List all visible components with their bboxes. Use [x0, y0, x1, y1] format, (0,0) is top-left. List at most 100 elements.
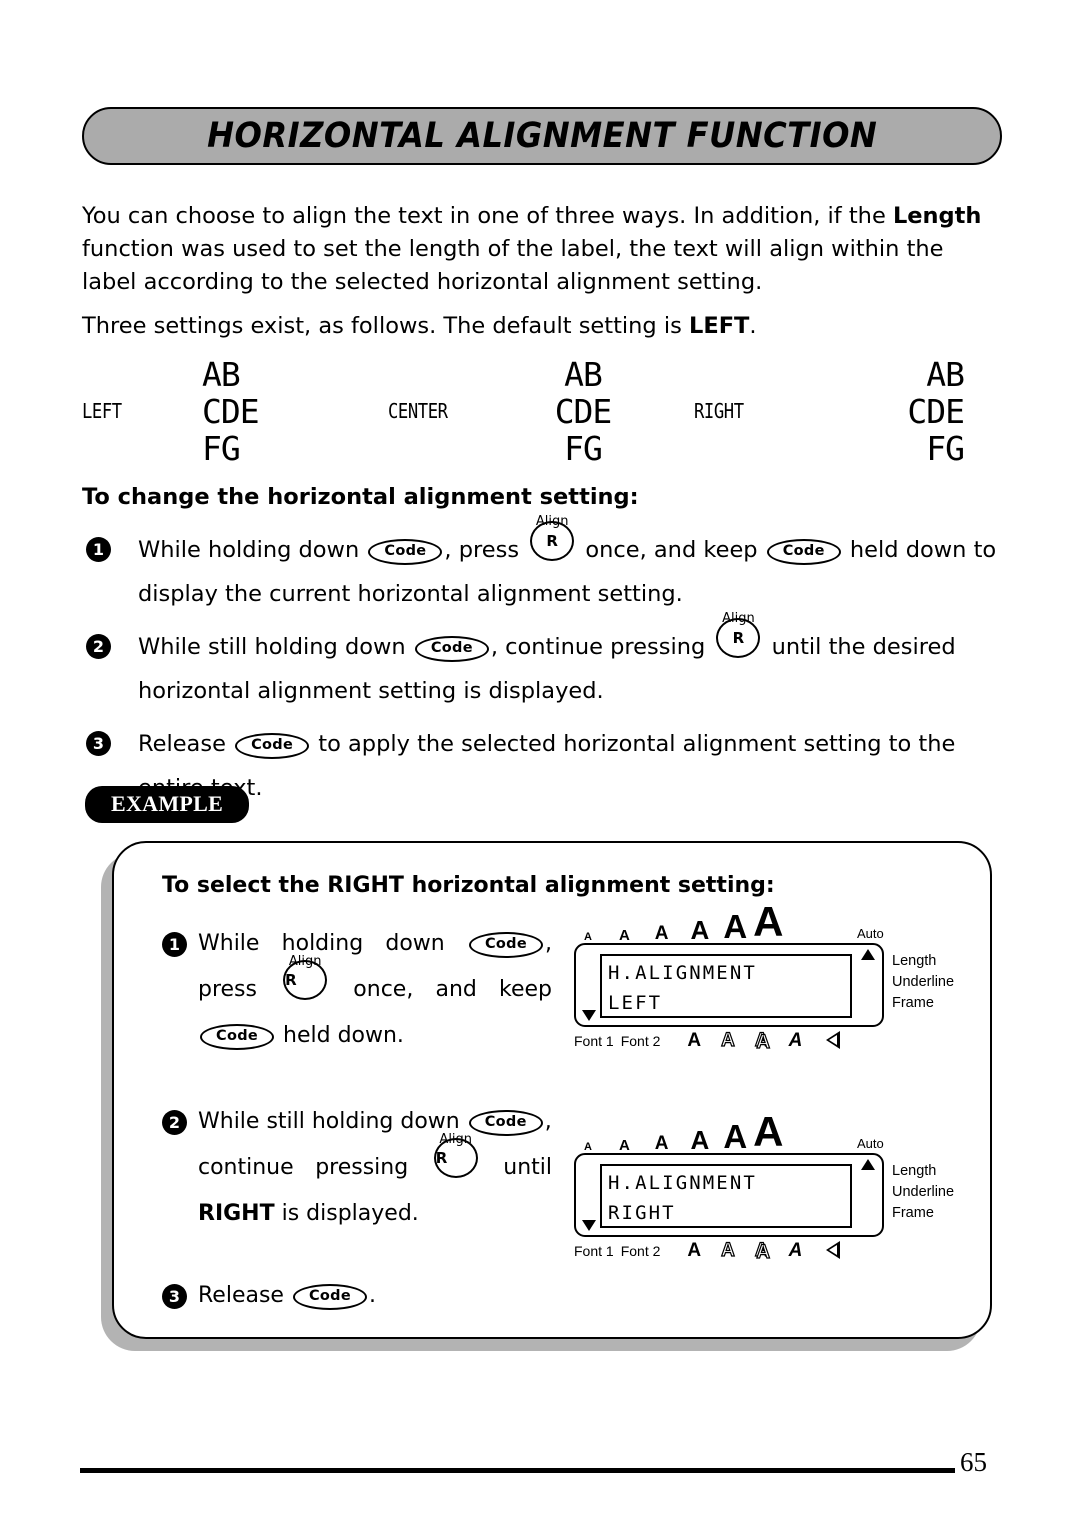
r-align-key-group[interactable]: Align R [716, 611, 761, 658]
howto-steps-list: 1 While holding down Code, press Align R o… [82, 514, 1007, 819]
step-number-badge: 2 [162, 1110, 187, 1135]
lcd-bezel: H.ALIGNMENT RIGHT [574, 1153, 884, 1237]
code-key-icon[interactable]: Code [468, 932, 543, 958]
step1-text-a: While holding down [138, 537, 367, 563]
intro-text-block: You can choose to align the text in one … [82, 200, 1002, 343]
lcd-line-2: LEFT [608, 992, 663, 1014]
size-a-icon-4: A [690, 915, 710, 945]
lcd-label-underline: Underline [892, 974, 955, 990]
ex-s2-text-d: is displayed. [274, 1201, 419, 1226]
alignment-sample-center-label: CENTER [388, 399, 448, 423]
code-key-icon[interactable]: Code [235, 733, 310, 759]
ex-s2-bold: RIGHT [198, 1201, 275, 1226]
lcd-label-frame: Frame [892, 995, 934, 1011]
lcd-bezel: H.ALIGNMENT LEFT [574, 943, 884, 1027]
size-a-icon-4: A [690, 1125, 710, 1155]
example-step1-line3: Code held down. [198, 1013, 552, 1059]
code-key-icon[interactable]: Code [766, 539, 841, 565]
size-a-icon-6: A [753, 898, 784, 945]
size-a-icon-1: A [584, 931, 592, 943]
example-step3-line1: Release Code. [198, 1273, 552, 1319]
r-key-icon[interactable]: R [433, 1138, 478, 1178]
r-align-key-group[interactable]: Align R [283, 954, 328, 1000]
size-a-icon-5: A [723, 908, 748, 945]
r-key-icon[interactable]: R [283, 960, 328, 1000]
example-step1-line2: press Align R once, and keep [198, 954, 552, 1013]
size-a-icon-1: A [584, 1141, 592, 1153]
alignment-sample-left-label: LEFT [82, 399, 122, 423]
example-badge: EXAMPLE [85, 786, 250, 823]
style-a-italic-icon: A [788, 1240, 803, 1261]
style-a-shadow-icon: A [754, 1240, 770, 1261]
step3-text-a: Release [138, 731, 234, 757]
lcd-line-2: RIGHT [608, 1202, 676, 1224]
lcd-line-1: H.ALIGNMENT [608, 962, 757, 984]
step1-text-c: once, and keep [578, 537, 765, 563]
intro-p1-part-b: function was used to set the length of t… [82, 236, 944, 295]
sample-line: AB [926, 354, 965, 394]
alignment-sample-left-lines: AB CDE FG [202, 356, 352, 467]
triangle-left-icon [826, 1031, 841, 1049]
style-a-shadow-icon: A [754, 1030, 770, 1051]
lcd-display-left: A A A A A A Auto H.ALIGNMENT LEFT Length… [574, 895, 954, 1052]
lcd-label-font2: Font 2 [620, 1243, 661, 1259]
ex-s1-text-b: press [198, 977, 280, 1002]
size-a-icon-3: A [654, 1133, 669, 1154]
sample-line: CDE [907, 391, 965, 431]
lcd-size-indicator-row: A A A A A A [584, 895, 884, 945]
triangle-up-icon [861, 949, 875, 960]
lcd-right-label-group: Length Underline Frame [892, 951, 954, 1014]
size-a-icon-6: A [753, 1108, 784, 1155]
step-number-badge: 3 [162, 1284, 187, 1309]
intro-p2-bold: LEFT [688, 313, 750, 339]
ex-s1-text-c: once, and keep [331, 977, 552, 1002]
ex-s1-text-a: While holding down [198, 931, 467, 956]
lcd-label-font1: Font 1 [574, 1243, 614, 1259]
r-key-icon[interactable]: R [716, 618, 761, 658]
triangle-down-icon [582, 1010, 596, 1021]
example-step-1: 1 While holding down Code, press Align R … [162, 921, 552, 1059]
style-a-bold-icon: A [687, 1240, 702, 1261]
code-key-icon[interactable]: Code [414, 636, 489, 662]
example-step2-line3: RIGHT is displayed. [198, 1191, 552, 1237]
intro-p2-part-a: Three settings exist, as follows. The de… [82, 313, 689, 339]
page-root: HORIZONTAL ALIGNMENT FUNCTION You can ch… [0, 0, 1080, 1534]
example-step2-line1: While still holding down Code, [198, 1099, 552, 1145]
ex-s3-text-b: . [368, 1283, 376, 1308]
ex-s1-comma: , [545, 931, 552, 956]
lcd-label-length: Length [892, 953, 937, 969]
code-key-icon[interactable]: Code [200, 1024, 275, 1050]
style-a-outline-icon: A [721, 1240, 736, 1261]
page-number: 65 [960, 1447, 987, 1477]
lcd-auto-label: Auto [857, 1136, 884, 1151]
ex-s1-text-d: held down. [276, 1023, 404, 1048]
intro-p2-part-b: . [749, 313, 757, 339]
lcd-right-label-group: Length Underline Frame [892, 1161, 954, 1224]
lcd-line-1: H.ALIGNMENT [608, 1172, 757, 1194]
style-a-outline-icon: A [721, 1030, 736, 1051]
style-a-italic-icon: A [788, 1030, 803, 1051]
lcd-size-indicator-row: A A A A A A [584, 1105, 884, 1155]
step1-text-b: , press [444, 537, 527, 563]
size-a-icon-5: A [723, 1118, 748, 1155]
step-number-badge: 3 [86, 731, 111, 756]
example-box: To select the RIGHT horizontal alignment… [112, 841, 992, 1339]
sample-line: CDE [202, 391, 260, 431]
lcd-label-font2: Font 2 [620, 1033, 661, 1049]
intro-p1-bold: Length [892, 203, 982, 229]
step2-text-a: While still holding down [138, 634, 413, 660]
code-key-icon[interactable]: Code [468, 1110, 543, 1136]
example-step2-line2: continue pressing Align R until [198, 1132, 552, 1191]
ex-s3-text-a: Release [198, 1283, 291, 1308]
example-step-2: 2 While still holding down Code, continu… [162, 1099, 552, 1237]
r-align-key-group[interactable]: Align R [433, 1132, 478, 1178]
lcd-screen: H.ALIGNMENT RIGHT [600, 1164, 852, 1228]
sample-line: CDE [554, 391, 613, 431]
lcd-bottom-indicator-row: Font 1 Font 2 A A A A [574, 1238, 894, 1262]
r-key-icon[interactable]: R [530, 521, 575, 561]
lcd-screen: H.ALIGNMENT LEFT [600, 954, 852, 1018]
r-align-key-group[interactable]: Align R [530, 514, 575, 561]
intro-paragraph-1: You can choose to align the text in one … [82, 200, 1002, 299]
code-key-icon[interactable]: Code [292, 1284, 367, 1310]
code-key-icon[interactable]: Code [368, 539, 443, 565]
